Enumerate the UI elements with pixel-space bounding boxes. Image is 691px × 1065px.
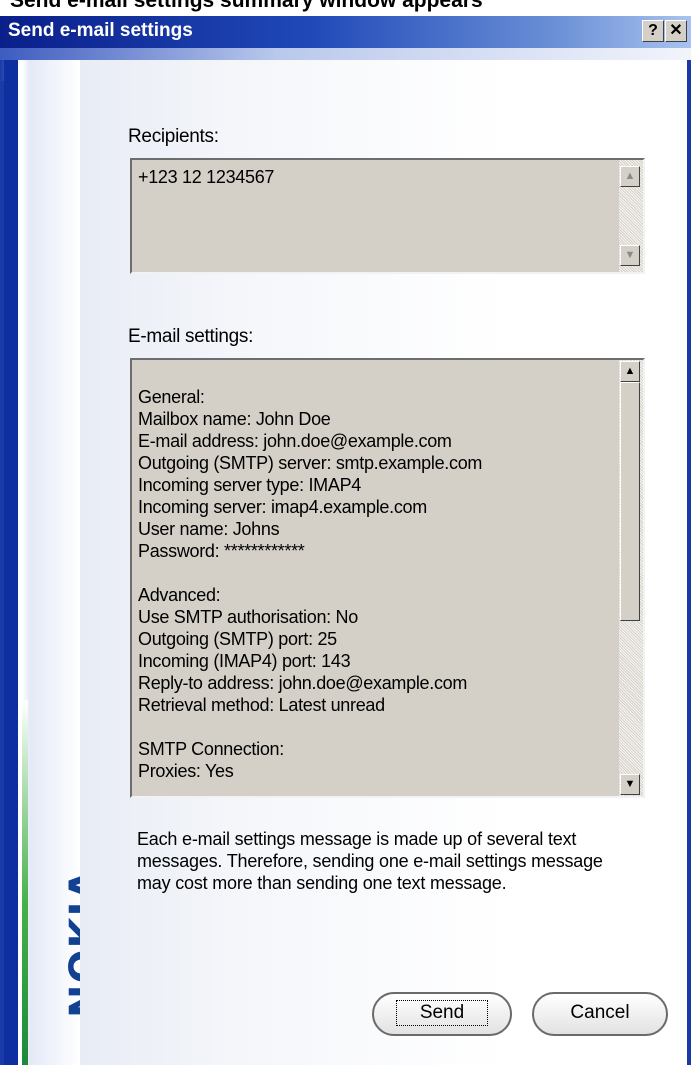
title-bar[interactable]: Send e-mail settings ? ✕ — [0, 16, 691, 48]
email-settings-scrollbar[interactable]: ▲ ▼ — [619, 360, 643, 796]
email-settings-label: E-mail settings: — [128, 326, 254, 347]
recipients-scroll-down-icon[interactable]: ▼ — [620, 245, 640, 266]
send-button[interactable]: Send — [372, 992, 512, 1036]
window-title: Send e-mail settings — [8, 20, 193, 41]
email-settings-line: Outgoing (SMTP) server: smtp.example.com — [138, 453, 483, 473]
cancel-button-label: Cancel — [570, 1002, 630, 1023]
cost-notice: Each e-mail settings message is made up … — [137, 829, 603, 893]
email-settings-line: Proxies: Yes — [138, 761, 234, 781]
help-button[interactable]: ? — [642, 20, 664, 42]
clipped-caption-text: Send e-mail settings summary window appe… — [10, 0, 483, 12]
email-settings-line — [138, 716, 482, 738]
recipients-scrollbar[interactable]: ▲ ▼ — [619, 160, 643, 272]
send-email-settings-dialog: Send e-mail settings ? ✕ NOKIA Recipient… — [0, 16, 691, 1065]
header-band — [0, 48, 691, 60]
email-settings-line: Incoming (IMAP4) port: 143 — [138, 651, 351, 671]
close-icon: ✕ — [669, 22, 683, 39]
email-settings-scroll-down-icon[interactable]: ▼ — [620, 774, 640, 795]
dialog-content: Recipients: +123 12 1234567 ▲ ▼ E-mail s… — [80, 60, 687, 1065]
send-button-label: Send — [419, 1002, 465, 1023]
email-settings-line: Incoming server: imap4.example.com — [138, 497, 427, 517]
email-settings-box[interactable]: General: Mailbox name: John Doe E-mail add… — [130, 358, 645, 798]
brand-sidebar: NOKIA — [4, 60, 108, 1065]
email-settings-line: Outgoing (SMTP) port: 25 — [138, 629, 337, 649]
email-settings-scroll-up-icon[interactable]: ▲ — [620, 361, 640, 382]
email-settings-line: Use SMTP authorisation: No — [138, 607, 358, 627]
email-settings-line: Password: ************ — [138, 541, 305, 561]
email-settings-line: User name: Johns — [138, 519, 280, 539]
email-settings-line: Incoming server type: IMAP4 — [138, 475, 361, 495]
email-settings-line: Reply-to address: john.doe@example.com — [138, 673, 468, 693]
recipients-value: +123 12 1234567 — [138, 167, 275, 187]
email-settings-scroll-thumb[interactable] — [620, 382, 640, 621]
cancel-button[interactable]: Cancel — [532, 992, 668, 1036]
email-settings-line — [138, 562, 482, 584]
email-settings-line: General: — [138, 387, 205, 407]
email-settings-line: SMTP Connection: — [138, 739, 284, 759]
email-settings-line — [138, 364, 482, 386]
recipients-label: Recipients: — [128, 126, 219, 147]
clipped-caption: Send e-mail settings summary window appe… — [0, 0, 691, 16]
dialog-body: NOKIA Recipients: +123 12 1234567 ▲ ▼ E-… — [4, 60, 687, 1065]
recipients-scroll-up-icon[interactable]: ▲ — [620, 166, 640, 187]
email-settings-text: General: Mailbox name: John Doe E-mail add… — [138, 364, 482, 782]
help-icon: ? — [648, 22, 658, 39]
email-settings-line: Advanced: — [138, 585, 221, 605]
email-settings-line: Mailbox name: John Doe — [138, 409, 331, 429]
recipients-box[interactable]: +123 12 1234567 ▲ ▼ — [130, 158, 645, 274]
close-button[interactable]: ✕ — [665, 20, 687, 42]
email-settings-line: E-mail address: john.doe@example.com — [138, 431, 452, 451]
email-settings-line: Retrieval method: Latest unread — [138, 695, 385, 715]
